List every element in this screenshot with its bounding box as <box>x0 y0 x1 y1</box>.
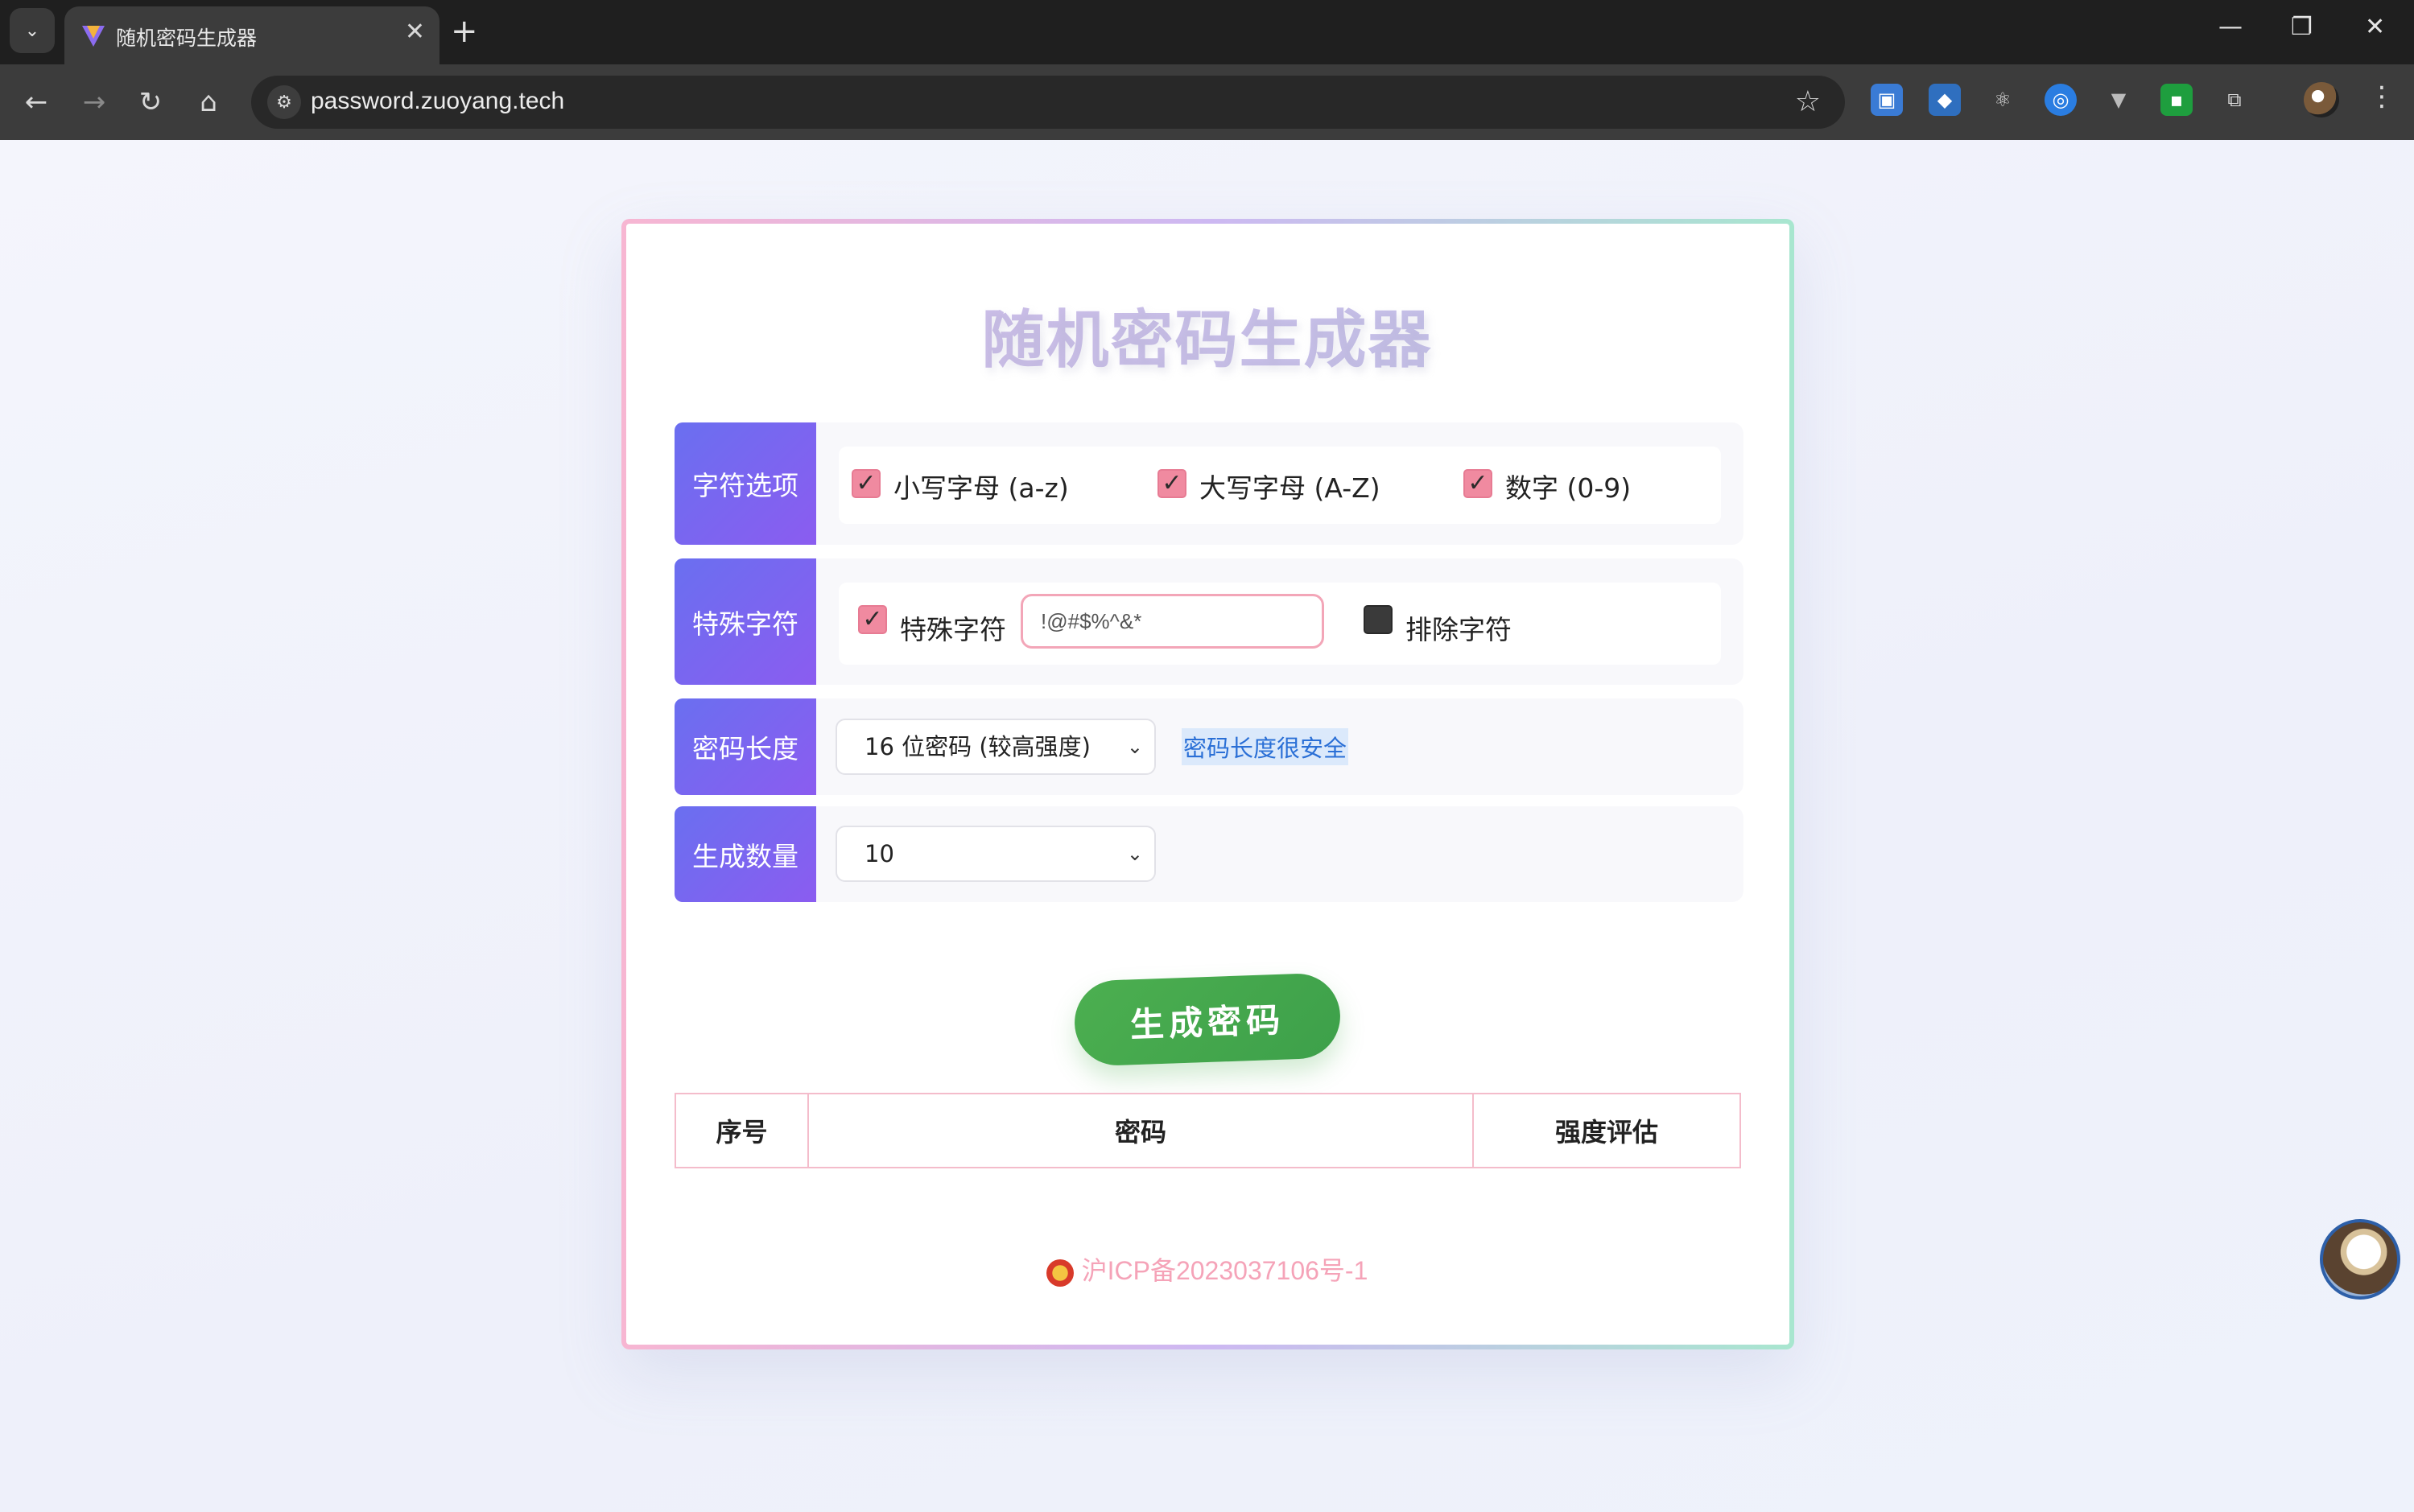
site-info-icon[interactable]: ⚙ <box>267 85 301 119</box>
chevron-down-icon: ⌄ <box>1126 843 1143 865</box>
address-bar[interactable]: ⚙ password.zuoyang.tech ☆ <box>251 76 1845 129</box>
back-icon[interactable]: ← <box>16 82 56 122</box>
length-hint: 密码长度很安全 <box>1182 728 1349 765</box>
row-label: 密码长度 <box>675 698 816 795</box>
reload-icon[interactable]: ↻ <box>130 82 171 122</box>
exclude-checkbox[interactable] <box>1364 605 1393 634</box>
chat-extension-icon[interactable]: ▪ <box>2160 84 2193 116</box>
puzzle-icon[interactable]: ⧉ <box>2218 84 2251 116</box>
tab-strip: ⌄ 随机密码生成器 ✕ + — ❐ ✕ <box>0 0 2414 64</box>
profile-avatar[interactable] <box>2304 82 2339 117</box>
menu-icon[interactable]: ⋮ <box>2368 80 2395 113</box>
close-window-button[interactable]: ✕ <box>2365 13 2385 41</box>
circle-extension-icon[interactable]: ◎ <box>2045 84 2077 116</box>
url-text[interactable]: password.zuoyang.tech <box>311 88 564 115</box>
count-select-value: 10 <box>865 840 894 867</box>
check-icon: ✓ <box>1467 469 1488 497</box>
row-label: 字符选项 <box>675 422 816 545</box>
check-icon: ✓ <box>862 605 883 633</box>
row-label: 生成数量 <box>675 806 816 902</box>
row-label: 特殊字符 <box>675 558 816 685</box>
uppercase-label: 大写字母 (A-Z) <box>1199 472 1380 504</box>
close-icon[interactable]: ✕ <box>405 18 425 46</box>
results-table: 序号 密码 强度评估 <box>675 1093 1741 1168</box>
tab-title: 随机密码生成器 <box>116 27 258 50</box>
plus-icon[interactable]: + <box>451 11 478 51</box>
restore-button[interactable]: ❐ <box>2291 13 2313 41</box>
tab-search-icon[interactable]: ⌄ <box>10 8 55 53</box>
favicon-icon <box>82 26 105 47</box>
vue-extension-icon[interactable]: ▼ <box>2102 84 2135 116</box>
forward-icon[interactable]: → <box>74 82 114 122</box>
floating-avatar[interactable] <box>2320 1219 2400 1300</box>
special-checkbox[interactable]: ✓ <box>858 605 887 634</box>
generate-button[interactable]: 生成密码 <box>1073 972 1342 1067</box>
page-title: 随机密码生成器 <box>0 290 2414 380</box>
special-label: 特殊字符 <box>900 614 1006 645</box>
minimize-button[interactable]: — <box>2218 13 2243 41</box>
uppercase-checkbox[interactable]: ✓ <box>1157 469 1186 498</box>
react-extension-icon[interactable]: ⚛ <box>1987 84 2019 116</box>
check-icon: ✓ <box>1162 469 1182 497</box>
footer: 沪ICP备2023037106号-1 <box>0 1250 2414 1287</box>
check-icon: ✓ <box>856 469 877 497</box>
printer-extension-icon[interactable]: ▣ <box>1871 84 1903 116</box>
icp-link[interactable]: 沪ICP备2023037106号-1 <box>1082 1256 1368 1285</box>
header-password: 密码 <box>807 1093 1474 1168</box>
length-select[interactable]: 16 位密码 (较高强度) ⌄ <box>836 719 1156 775</box>
digits-label: 数字 (0-9) <box>1505 472 1632 504</box>
browser-tab[interactable]: 随机密码生成器 ✕ <box>64 6 439 64</box>
special-chars-input[interactable]: !@#$%^&* <box>1021 594 1324 649</box>
lowercase-label: 小写字母 (a-z) <box>893 472 1069 504</box>
table-header-row: 序号 密码 强度评估 <box>675 1093 1741 1168</box>
lowercase-checkbox[interactable]: ✓ <box>852 469 881 498</box>
emblem-icon <box>1046 1259 1074 1287</box>
header-strength: 强度评估 <box>1472 1093 1741 1168</box>
home-icon[interactable]: ⌂ <box>188 82 229 122</box>
digits-checkbox[interactable]: ✓ <box>1463 469 1492 498</box>
exclude-label: 排除字符 <box>1405 614 1512 645</box>
chevron-down-icon: ⌄ <box>1126 735 1143 758</box>
header-index: 序号 <box>675 1093 809 1168</box>
star-icon[interactable]: ☆ <box>1795 85 1821 118</box>
cube-extension-icon[interactable]: ◆ <box>1929 84 1961 116</box>
count-select[interactable]: 10 ⌄ <box>836 826 1156 882</box>
length-select-value: 16 位密码 (较高强度) <box>865 733 1091 760</box>
